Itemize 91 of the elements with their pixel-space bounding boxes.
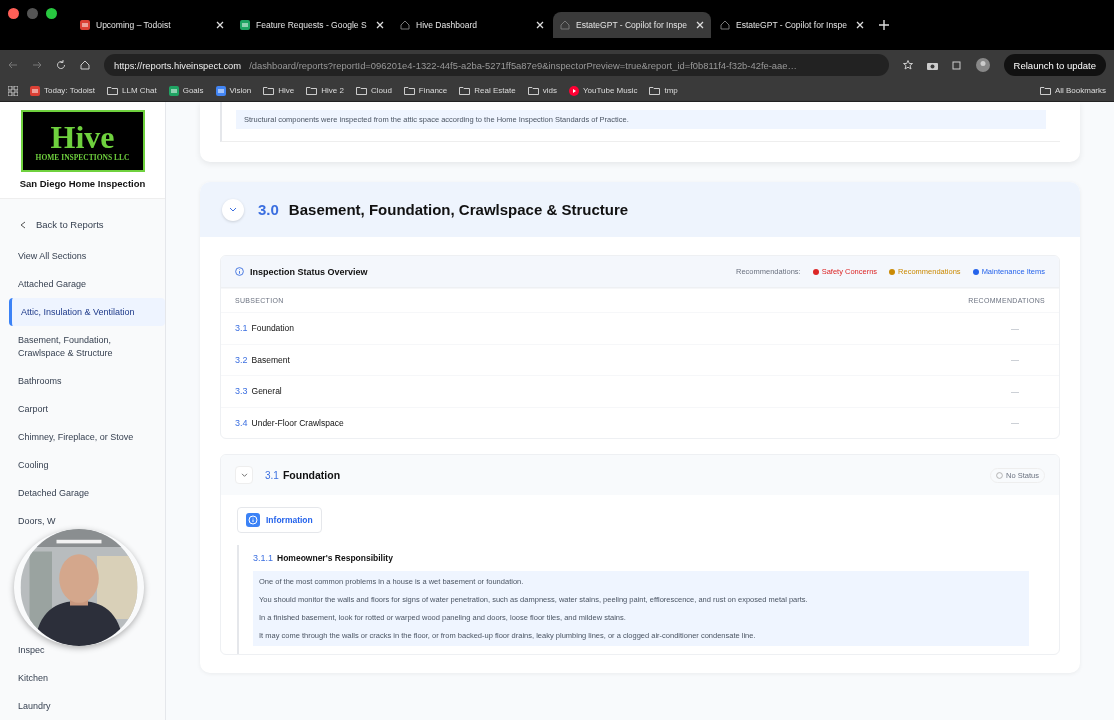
folder-icon	[527, 86, 539, 95]
close-window-button[interactable]	[8, 7, 19, 19]
house-icon	[720, 20, 730, 30]
close-icon[interactable]	[856, 21, 864, 29]
minimize-window-button[interactable]	[27, 7, 38, 19]
tab-title: EstateGPT - Copilot for Inspe	[576, 20, 687, 30]
company-name: San Diego Home Inspection	[19, 178, 146, 189]
item-title: 3.1.1 Homeowner's Responsibility	[253, 553, 394, 563]
browser-tab[interactable]: EstateGPT - Copilot for Inspe	[713, 12, 871, 38]
back-arrow-icon[interactable]	[8, 60, 18, 70]
sidebar-item[interactable]: Cooling	[0, 451, 165, 479]
sidebar-item[interactable]: Carport	[0, 395, 165, 423]
bookmark[interactable]: Finance	[403, 86, 448, 95]
bookmark[interactable]: Cloud	[355, 86, 392, 95]
folder-icon	[107, 86, 118, 95]
bookmark[interactable]: Today: Todoist	[30, 85, 95, 96]
profile-avatar-icon[interactable]	[975, 58, 990, 72]
info-icon	[235, 267, 244, 276]
bookmark[interactable]: Real Estate	[459, 86, 516, 95]
folder-icon	[263, 86, 275, 95]
new-tab-icon[interactable]	[879, 20, 889, 30]
all-bookmarks[interactable]: All Bookmarks	[1039, 86, 1106, 95]
section-title: 3.0 Basement, Foundation, Crawlspace & Structure	[258, 201, 629, 218]
subsection-link[interactable]: 3.2 Basement	[235, 354, 290, 365]
browser-tab[interactable]: EstateGPT - Copilot for Inspe	[553, 12, 711, 38]
overview-title: Inspection Status Overview	[250, 266, 369, 277]
bookmark[interactable]: vids	[527, 86, 557, 95]
folder-icon	[459, 86, 471, 95]
browser-tab[interactable]: Upcoming – Todoist	[73, 12, 231, 38]
back-label[interactable]: Back to Reports	[36, 219, 104, 230]
information-tab[interactable]: Information	[237, 507, 322, 533]
folder-icon	[403, 86, 415, 95]
circle-icon	[996, 471, 1004, 479]
close-icon[interactable]	[536, 21, 544, 29]
house-icon	[560, 20, 570, 30]
sidebar-item[interactable]: Basement, Foundation, Crawlspace & Structure	[0, 326, 165, 367]
folder-icon	[355, 86, 367, 95]
tab-title: Hive Dashboard	[416, 20, 477, 30]
table-cell-text: —	[1010, 323, 1020, 333]
reload-icon[interactable]	[56, 60, 66, 70]
close-icon[interactable]	[216, 21, 224, 29]
sidebar-item[interactable]: View All Sections	[0, 242, 165, 270]
apps-grid-icon[interactable]	[8, 85, 18, 96]
folder-icon	[306, 86, 318, 95]
sidebar-item[interactable]: Detached Garage	[0, 479, 165, 507]
sidebar-item[interactable]: Kitchen	[0, 664, 165, 692]
zoom-window-button[interactable]	[46, 7, 57, 19]
table-cell-text: —	[1010, 355, 1020, 365]
bookmark[interactable]: tmp	[649, 86, 678, 95]
bookmark[interactable]: Hive	[263, 86, 295, 95]
bookmark[interactable]: Hive 2	[306, 86, 344, 95]
extension-icon[interactable]	[951, 60, 962, 70]
tab-title: EstateGPT - Copilot for Inspe	[736, 20, 847, 30]
address-bar[interactable]: https://reports.hiveinspect.com /dashboard/reports?reportId=096201e4-1322-44f5-a2ba-5271ff5a87e9&inspectorPreview=true&report_id=f0b811f4-f32b-42fe-aae…	[104, 54, 889, 76]
chevron-left-icon	[20, 220, 26, 229]
chevron-icon	[229, 206, 237, 213]
tab-title: Feature Requests - Google S	[256, 20, 367, 30]
relaunch-button[interactable]: Relaunch to update	[1003, 54, 1106, 76]
house-icon	[400, 20, 410, 30]
tab-title: Upcoming – Todoist	[96, 20, 171, 30]
close-icon[interactable]	[376, 21, 384, 29]
browser-tab[interactable]: Feature Requests - Google S	[233, 12, 391, 38]
star-icon[interactable]	[902, 60, 913, 70]
bookmark[interactable]: Goals	[168, 85, 204, 96]
sidebar-item[interactable]: Chimney, Fireplace, or Stove	[0, 423, 165, 451]
sidebar-item[interactable]: Attached Garage	[0, 270, 165, 298]
close-icon[interactable]	[696, 21, 704, 29]
bookmark[interactable]: YouTube Music	[568, 85, 638, 96]
sidebar-item[interactable]: Laundry	[0, 692, 165, 720]
sidebar-item[interactable]: Attic, Insulation & Ventilation	[9, 298, 165, 326]
subsection-link[interactable]: 3.3 General	[235, 386, 282, 397]
info-icon	[246, 513, 260, 527]
table-cell-text: —	[1010, 386, 1020, 396]
subsection-link[interactable]: 3.4 Under-Floor Crawlspace	[235, 417, 344, 428]
back-link[interactable]: Back to Reports	[0, 199, 165, 242]
folder-icon	[1039, 86, 1051, 95]
sidebar-item[interactable]: Inspec	[0, 636, 165, 664]
browser-tab[interactable]: Hive Dashboard	[393, 12, 551, 38]
bookmark[interactable]: LLM Chat	[107, 86, 157, 95]
sidebar-item[interactable]: Bathrooms	[0, 367, 165, 395]
table-cell-text: —	[1010, 418, 1020, 428]
bookmark[interactable]: Vision	[215, 85, 252, 96]
chevron-icon	[240, 472, 248, 478]
home-icon[interactable]	[80, 60, 90, 70]
sidebar-item[interactable]: Doors, W	[0, 507, 165, 535]
play-icon	[568, 85, 579, 96]
forward-arrow-icon[interactable]	[32, 60, 42, 70]
subsection-title: 3.1 Foundation	[265, 469, 342, 481]
camera-icon[interactable]	[926, 60, 938, 70]
subsection-link[interactable]: 3.1 Foundation	[235, 323, 295, 334]
folder-icon	[649, 86, 661, 95]
